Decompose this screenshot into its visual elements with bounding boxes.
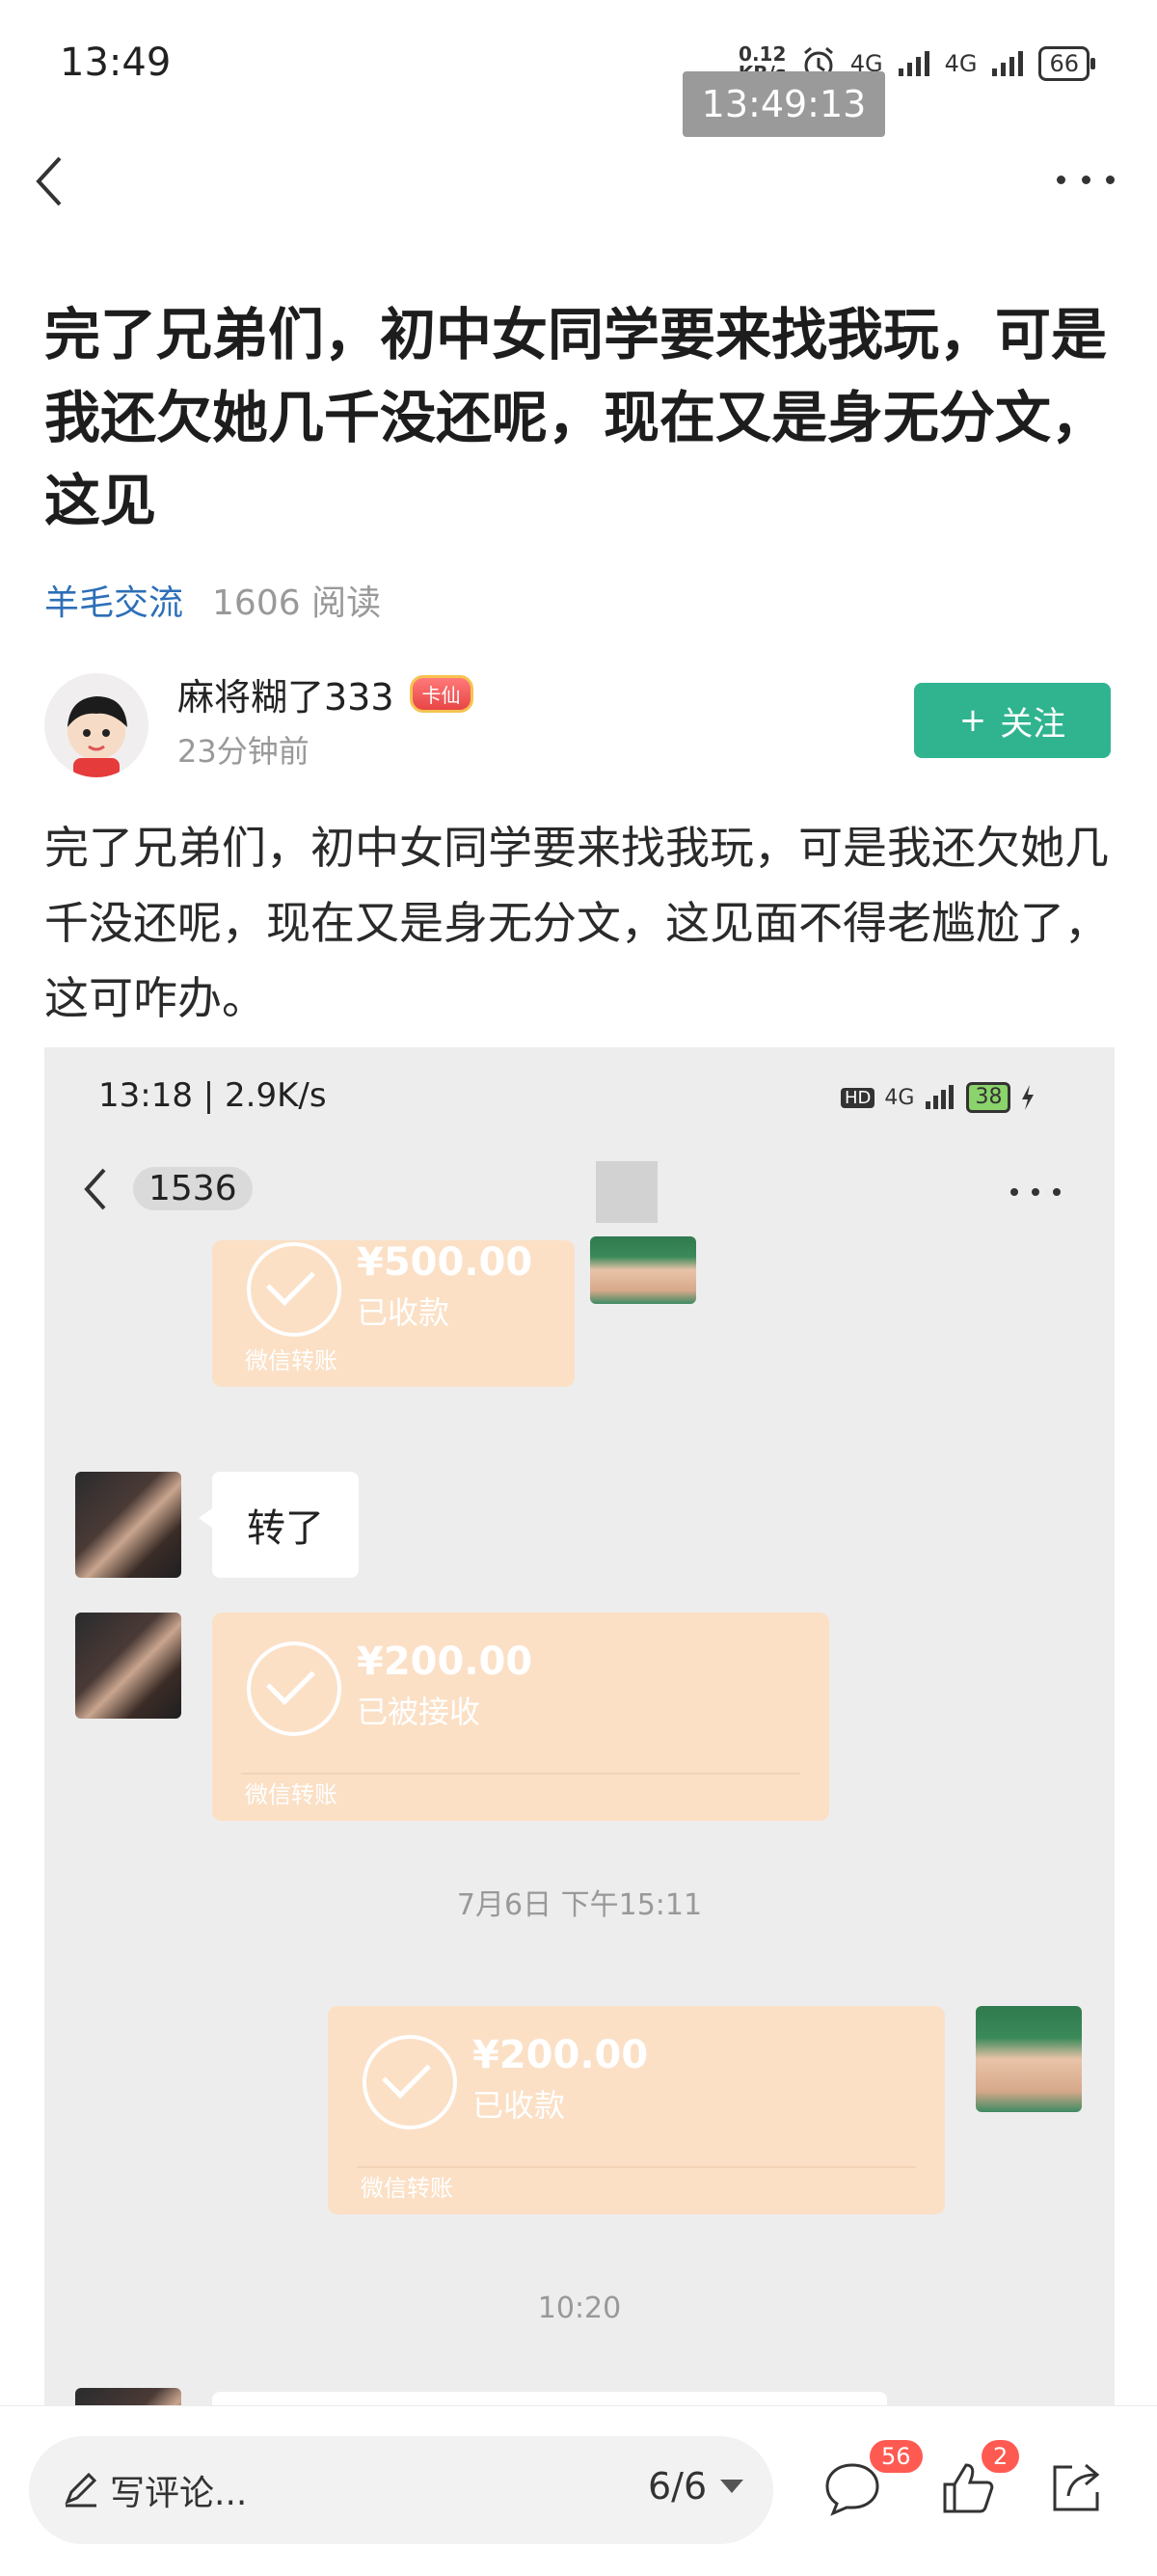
signal-icon — [898, 51, 929, 76]
signal-icon-2 — [992, 51, 1024, 76]
battery-indicator: 66 — [1038, 46, 1095, 81]
share-icon[interactable] — [1045, 2457, 1107, 2519]
censored-name-block — [596, 1161, 658, 1223]
transfer-amount: ¥200.00 — [472, 2033, 649, 2077]
network-speed-value: 0.12 — [739, 42, 787, 66]
network-4g-2: 4G — [944, 50, 978, 77]
unread-count: 1536 — [133, 1167, 253, 1210]
image-hd-label: HD — [841, 1087, 875, 1108]
transfer-label: 微信转账 — [245, 1347, 337, 1374]
image-back-icon — [84, 1168, 106, 1210]
follow-button[interactable]: + 关注 — [914, 683, 1111, 758]
topic-link[interactable]: 羊毛交流 — [44, 575, 183, 625]
check-icon — [363, 2035, 457, 2129]
image-signal-icon — [926, 1085, 955, 1109]
dropdown-arrow-icon — [720, 2480, 744, 2493]
page-indicator: 6/6 — [648, 2465, 708, 2508]
post-image[interactable]: 13:18 | 2.9K/s HD 4G 38 1536 ¥500.00 已收款… — [44, 1047, 1115, 2405]
transfer-card: ¥200.00 已收款 微信转账 — [328, 2006, 945, 2214]
like-count-badge: 2 — [982, 2440, 1020, 2473]
author-name[interactable]: 麻将糊了333 — [177, 667, 394, 720]
comment-placeholder[interactable]: 写评论... — [110, 2465, 247, 2515]
sender-avatar — [590, 1236, 696, 1304]
post-meta: 羊毛交流 1606 阅读 — [44, 575, 381, 625]
transfer-status: 已收款 — [472, 2087, 566, 2124]
author-avatar[interactable] — [44, 673, 148, 777]
transfer-divider — [357, 2166, 916, 2168]
back-arrow-icon[interactable] — [27, 152, 77, 210]
post-body: 完了兄弟们，初中女同学要来找我玩，可是我还欠她几千没还呢，现在又是身无分文，这见… — [44, 822, 1109, 1024]
page-selector[interactable]: 6/6 — [648, 2465, 744, 2508]
transfer-card: ¥500.00 已收款 微信转账 — [212, 1240, 575, 1387]
transfer-amount: ¥500.00 — [357, 1240, 533, 1285]
author-badge: 卡仙 — [409, 675, 473, 713]
transfer-card: ¥200.00 已被接收 微信转账 — [212, 1613, 829, 1821]
sender-avatar — [976, 2006, 1082, 2112]
more-options-icon[interactable] — [1057, 160, 1115, 199]
message-bubble-partial — [212, 2392, 887, 2405]
image-status-time: 13:18 | 2.9K/s — [98, 1076, 327, 1115]
plus-icon: + — [958, 701, 987, 740]
image-more-icon — [1010, 1188, 1061, 1198]
transfer-label: 微信转账 — [361, 2175, 453, 2202]
chat-timestamp: 10:20 — [537, 2291, 622, 2325]
chat-timestamp: 7月6日 下午15:11 — [456, 1888, 703, 1922]
check-icon — [247, 1641, 341, 1736]
contact-avatar — [75, 2388, 181, 2405]
charging-icon — [1022, 1085, 1035, 1110]
timestamp-overlay: 13:49:13 — [683, 71, 885, 137]
author-row: 麻将糊了333 卡仙 — [177, 667, 473, 720]
contact-avatar — [75, 1613, 181, 1719]
post-title: 完了兄弟们，初中女同学要来找我玩，可是我还欠她几千没还呢，现在又是身无分文，这见 — [44, 302, 1108, 533]
contact-avatar — [75, 1472, 181, 1578]
image-status-icons: HD 4G 38 — [841, 1082, 1036, 1113]
follow-label: 关注 — [1000, 704, 1066, 744]
pencil-icon — [65, 2472, 97, 2508]
message-bubble: 转了 — [199, 1472, 359, 1578]
transfer-amount: ¥200.00 — [357, 1640, 533, 1684]
transfer-status: 已收款 — [357, 1294, 450, 1331]
transfer-label: 微信转账 — [245, 1781, 337, 1808]
transfer-divider — [241, 1773, 800, 1775]
comment-count-badge: 56 — [870, 2440, 923, 2473]
image-battery: 38 — [966, 1082, 1011, 1113]
image-network-label: 4G — [884, 1085, 915, 1110]
read-count: 1606 阅读 — [212, 583, 382, 623]
status-time: 13:49 — [60, 41, 172, 85]
post-time: 23分钟前 — [177, 733, 309, 770]
transfer-status: 已被接收 — [357, 1694, 481, 1730]
check-icon — [247, 1242, 341, 1337]
